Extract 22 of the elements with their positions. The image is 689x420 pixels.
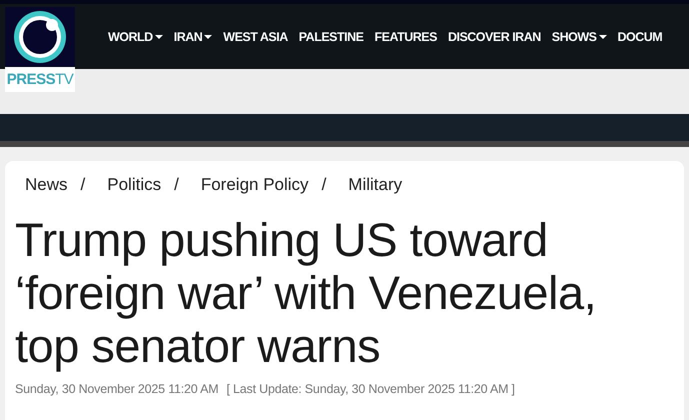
breadcrumb-link[interactable]: Military: [348, 175, 402, 195]
nav-link[interactable]: DOCUM: [618, 30, 662, 44]
nav-link[interactable]: PALESTINE: [298, 30, 364, 44]
nav-link[interactable]: FEATURES: [374, 30, 437, 44]
nav-link[interactable]: WORLD: [108, 30, 163, 44]
nav-link[interactable]: SHOWS: [552, 30, 606, 44]
breadcrumb-link[interactable]: Politics: [107, 175, 162, 195]
nav-link[interactable]: DISCOVER IRAN: [448, 30, 541, 44]
breadcrumb-separator: /: [80, 175, 86, 195]
breadcrumb-separator: /: [322, 175, 326, 195]
last-update-date: [ Last Update: Sunday, 30 November 2025 11:20 AM ]: [226, 382, 515, 396]
breadcrumb-link[interactable]: Foreign Policy: [200, 175, 309, 195]
nav-link[interactable]: WEST ASIA: [223, 30, 288, 44]
breadcrumb-separator: /: [174, 175, 179, 195]
article-headline: Trump pushing US toward ‘foreign war’ with Venezuela, top senator warns: [15, 213, 598, 372]
caret-icon: [204, 34, 212, 38]
breadcrumb-link[interactable]: News: [25, 175, 68, 195]
caret-icon: [154, 34, 163, 38]
nav-link[interactable]: IRAN: [174, 30, 212, 44]
caret-icon: [598, 34, 606, 38]
logo-icon[interactable]: [5, 7, 75, 67]
publish-date: Sunday, 30 November 2025 11:20 AM: [15, 382, 218, 396]
